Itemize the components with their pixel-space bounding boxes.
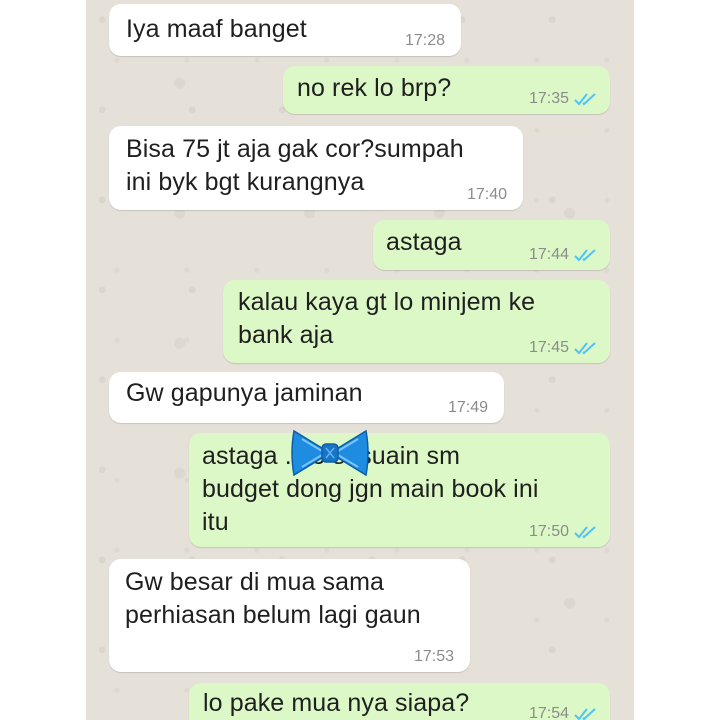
double-check-icon bbox=[574, 249, 596, 262]
message-meta: 17:53 bbox=[414, 648, 454, 666]
message-meta: 17:40 bbox=[467, 186, 507, 204]
double-check-icon bbox=[574, 93, 596, 106]
message-time: 17:35 bbox=[528, 90, 569, 107]
message-text: Gw gapunya jaminan bbox=[126, 379, 363, 407]
message-time: 17:28 bbox=[404, 32, 445, 49]
message-time: 17:45 bbox=[528, 339, 569, 356]
double-check-icon bbox=[574, 526, 596, 539]
message-text: Bisa 75 jt aja gak cor?sumpah ini byk bg… bbox=[126, 135, 464, 196]
message-time: 17:44 bbox=[528, 246, 569, 263]
message-bubble-outgoing[interactable]: no rek lo brp? 17:35 bbox=[283, 66, 610, 114]
message-time: 17:49 bbox=[447, 399, 488, 416]
message-bubble-incoming[interactable]: Bisa 75 jt aja gak cor?sumpah ini byk bg… bbox=[109, 126, 523, 210]
message-text: astaga bbox=[386, 228, 462, 256]
message-text: kalau kaya gt lo minjem ke bank aja bbox=[238, 288, 536, 349]
message-meta: 17:44 bbox=[529, 246, 598, 264]
message-bubble-incoming[interactable]: Gw gapunya jaminan 17:49 bbox=[109, 372, 504, 423]
message-text: Iya maaf banget bbox=[126, 15, 307, 43]
message-time: 17:40 bbox=[466, 186, 507, 203]
chat-area: Iya maaf banget 17:28 no rek lo brp? 17:… bbox=[86, 0, 634, 720]
message-meta: 17:28 bbox=[405, 32, 445, 50]
message-bubble-incoming[interactable]: Gw besar di mua sama perhiasan belum lag… bbox=[109, 559, 470, 672]
message-meta: 17:54 bbox=[529, 705, 598, 720]
message-bubble-incoming[interactable]: Iya maaf banget 17:28 bbox=[109, 4, 461, 56]
message-bubble-outgoing[interactable]: lo pake mua nya siapa? 17:54 bbox=[189, 683, 610, 720]
message-meta: 17:50 bbox=[529, 523, 598, 541]
message-text: no rek lo brp? bbox=[297, 74, 452, 102]
message-meta: 17:35 bbox=[529, 90, 598, 108]
message-bubble-outgoing[interactable]: astaga ...lo sesuain sm budget dong jgn … bbox=[189, 433, 610, 547]
message-meta: 17:49 bbox=[448, 399, 488, 417]
message-bubble-outgoing[interactable]: kalau kaya gt lo minjem ke bank aja 17:4… bbox=[223, 280, 610, 363]
double-check-icon bbox=[574, 342, 596, 355]
message-text: astaga ...lo sesuain sm budget dong jgn … bbox=[202, 442, 539, 536]
message-text: Gw besar di mua sama perhiasan belum lag… bbox=[125, 568, 421, 629]
message-text: lo pake mua nya siapa? bbox=[203, 689, 470, 717]
message-meta: 17:45 bbox=[529, 339, 598, 357]
double-check-icon bbox=[574, 708, 596, 720]
message-time: 17:54 bbox=[528, 705, 569, 720]
message-time: 17:53 bbox=[413, 648, 454, 665]
bow-tie-sticker bbox=[291, 429, 369, 477]
message-bubble-outgoing[interactable]: astaga 17:44 bbox=[373, 220, 610, 270]
message-time: 17:50 bbox=[528, 523, 569, 540]
